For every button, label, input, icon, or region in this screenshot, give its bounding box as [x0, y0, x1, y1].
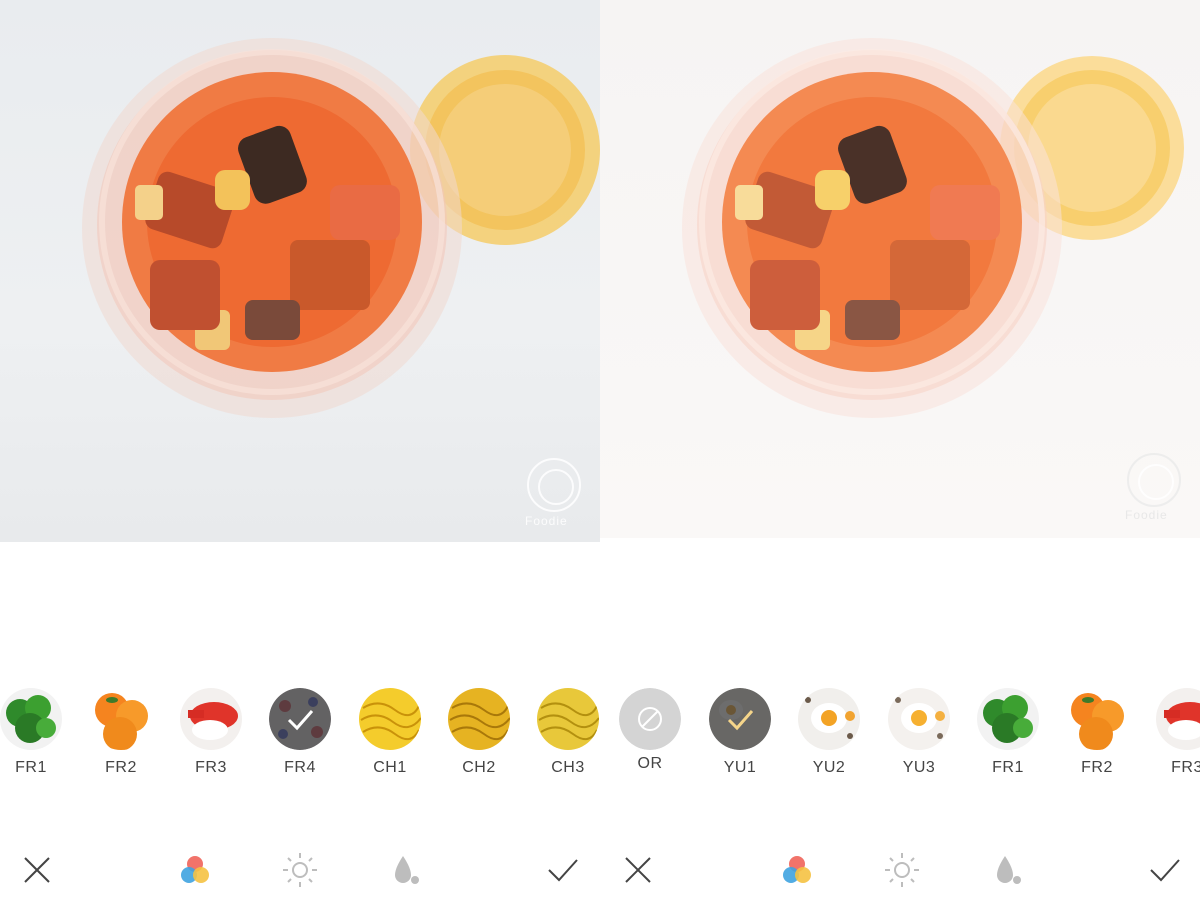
filter-label: FR2 [105, 759, 137, 776]
watermark-text: Foodie [525, 514, 568, 528]
foodie-watermark-logo [1127, 453, 1181, 507]
filter-label: CH1 [373, 759, 407, 776]
thumb-noodles-icon [448, 688, 510, 750]
filter-label: FR2 [1081, 759, 1113, 776]
filter-fr1[interactable]: FR1 [0, 688, 63, 777]
filter-label: FR3 [195, 759, 227, 776]
thumb-noodles-icon [537, 688, 599, 750]
filter-fr4[interactable]: FR4 [268, 688, 332, 777]
selected-check-icon [727, 710, 754, 731]
filter-or[interactable]: OR [618, 688, 682, 773]
foodie-watermark-logo [527, 458, 581, 512]
filter-label: YU1 [723, 759, 757, 776]
confirm-check-icon[interactable] [543, 850, 583, 890]
filter-fr1[interactable]: FR1 [976, 688, 1040, 777]
filter-fr2[interactable]: FR2 [1065, 688, 1129, 777]
filter-ch2[interactable]: CH2 [447, 688, 511, 777]
filter-label: FR1 [15, 759, 47, 776]
filter-label: YU2 [812, 759, 846, 776]
thumb-oranges-icon [1066, 688, 1128, 750]
filter-strip: OR YU1 YU2 YU3 FR1 FR2 FR3 [600, 688, 1200, 788]
filter-label: OR [637, 755, 663, 772]
filter-yu1[interactable]: YU1 [708, 688, 772, 777]
filter-label: CH2 [462, 759, 496, 776]
filter-color-icon[interactable] [175, 850, 215, 890]
thumb-eggs-icon [709, 688, 771, 750]
watermark-text: Foodie [1125, 508, 1168, 522]
filter-label: FR4 [284, 759, 316, 776]
food-photo [82, 38, 600, 418]
filter-fr2[interactable]: FR2 [89, 688, 153, 777]
filter-label: YU3 [902, 759, 936, 776]
close-icon[interactable] [618, 850, 658, 890]
photo-preview: Foodie [0, 0, 600, 542]
drop-icon[interactable] [385, 850, 425, 890]
filter-strip: FR1 FR2 FR3 FR4 CH1 CH2 CH3 [0, 688, 600, 788]
thumb-sushi-icon [180, 688, 242, 750]
thumb-berries-icon [269, 688, 331, 750]
filter-ch1[interactable]: CH1 [358, 688, 422, 777]
thumb-noodles-icon [359, 688, 421, 750]
thumb-original-icon [619, 688, 681, 750]
thumb-parsley-icon [0, 688, 62, 750]
drop-icon[interactable] [987, 850, 1027, 890]
brightness-icon[interactable] [280, 850, 320, 890]
thumb-parsley-icon [977, 688, 1039, 750]
selected-check-icon [287, 710, 314, 731]
thumb-sushi-icon [1156, 688, 1200, 750]
thumb-oranges-icon [90, 688, 152, 750]
filter-label: FR1 [992, 759, 1024, 776]
filter-fr3[interactable]: FR3 [1155, 688, 1200, 777]
editor-panel-left: Foodie FR1 FR2 FR3 FR4 CH1 CH2 CH3 [0, 0, 600, 900]
confirm-check-icon[interactable] [1145, 850, 1185, 890]
bottom-toolbar [600, 840, 1200, 900]
close-icon[interactable] [17, 850, 57, 890]
bottom-toolbar [0, 840, 600, 900]
filter-color-icon[interactable] [777, 850, 817, 890]
brightness-icon[interactable] [882, 850, 922, 890]
filter-yu2[interactable]: YU2 [797, 688, 861, 777]
filter-label: FR3 [1171, 759, 1200, 776]
filter-fr3[interactable]: FR3 [179, 688, 243, 777]
thumb-egg-icon [888, 688, 950, 750]
filter-yu3[interactable]: YU3 [887, 688, 951, 777]
editor-panel-right: Foodie OR YU1 YU2 YU3 FR1 FR2 FR3 [600, 0, 1200, 900]
filter-label: CH3 [551, 759, 585, 776]
filter-ch3[interactable]: CH3 [536, 688, 600, 777]
food-photo-filtered [682, 38, 1184, 418]
thumb-egg-icon [798, 688, 860, 750]
photo-preview: Foodie [600, 0, 1200, 538]
